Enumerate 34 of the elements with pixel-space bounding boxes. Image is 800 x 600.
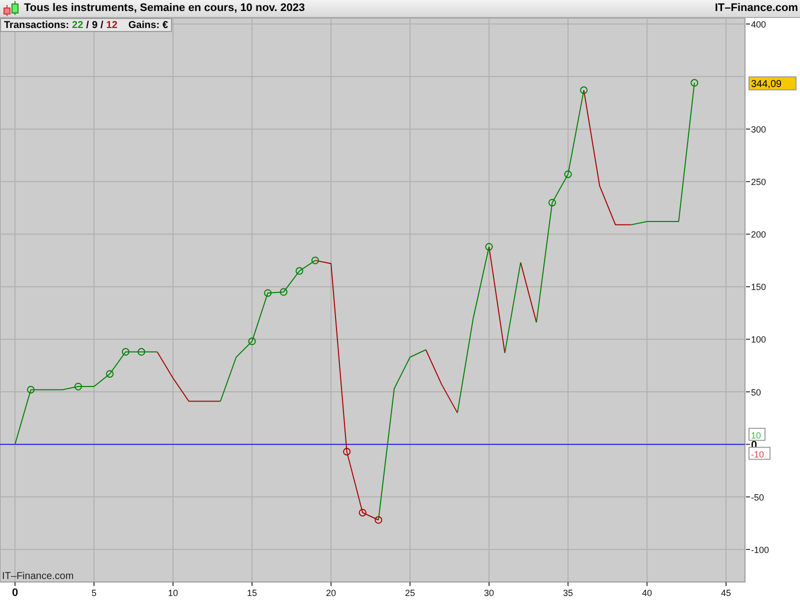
- x-axis-label: 20: [326, 588, 336, 598]
- window-title: Tous les instruments, Semaine en cours, 10 nov. 2023: [24, 1, 305, 16]
- x-axis-label: 35: [563, 588, 574, 598]
- x-axis-label: 0: [12, 587, 18, 599]
- x-axis-label: 10: [168, 588, 178, 598]
- y-axis-label: -100: [751, 544, 770, 555]
- x-axis-label: 40: [642, 588, 652, 598]
- losses-count: 12: [106, 18, 118, 32]
- watermark-text: IT–Finance.com: [2, 571, 74, 582]
- y-axis-label: 300: [751, 124, 766, 135]
- y-axis-label: 50: [751, 387, 762, 398]
- separator-slash: /: [86, 18, 89, 32]
- y-axis-label: 400: [751, 20, 766, 30]
- transactions-label: Transactions:: [4, 18, 70, 32]
- threshold-badge: 10: [748, 428, 766, 441]
- brand-label: IT–Finance.com: [714, 1, 798, 16]
- total-count: 22: [72, 18, 84, 32]
- threshold-badge: -10: [748, 446, 770, 460]
- y-axis-label: -50: [751, 492, 764, 502]
- currency-label: €: [162, 18, 168, 32]
- last-value-badge: 344,09: [748, 76, 796, 90]
- x-axis-label: 15: [247, 588, 258, 598]
- y-axis-label: 250: [751, 177, 766, 188]
- x-axis-label: 45: [721, 588, 732, 598]
- candlestick-icon: [2, 0, 20, 16]
- y-axis-label: 200: [751, 230, 766, 240]
- wins-count: 9: [92, 18, 98, 32]
- x-axis-label: 5: [92, 588, 97, 598]
- y-axis-label: 150: [751, 282, 766, 292]
- gains-label: Gains:: [128, 18, 160, 32]
- x-axis-label: 30: [484, 588, 494, 598]
- x-axis-label: 25: [405, 588, 416, 598]
- separator-slash: /: [100, 18, 104, 32]
- y-axis-label: 100: [751, 334, 766, 345]
